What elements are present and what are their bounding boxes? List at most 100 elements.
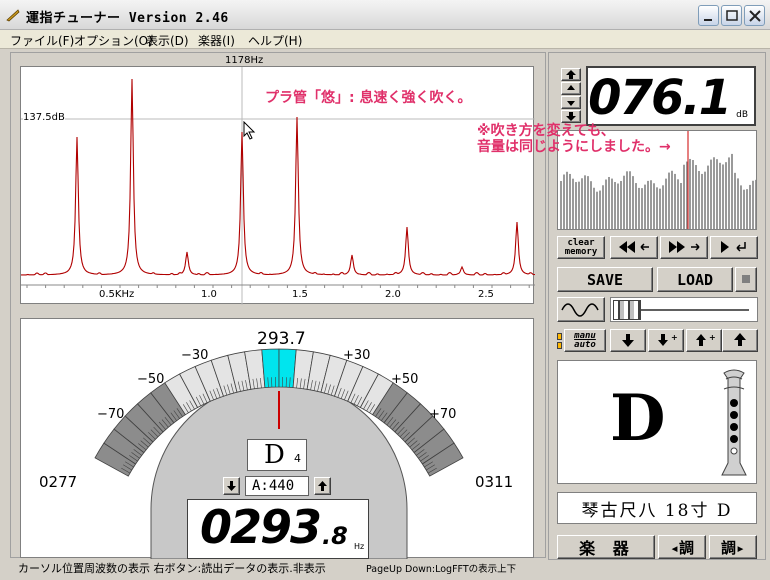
save-button[interactable]: SAVE [557, 267, 653, 292]
step-up-icon: + [696, 333, 716, 346]
cursor-db-label: 137.5dB [23, 112, 65, 123]
arrow-down-icon [227, 481, 236, 491]
frequency-main: 0293 [200, 500, 322, 554]
target-frequency: 293.7 [257, 329, 306, 349]
menu-file[interactable]: ファイル(F) [10, 32, 74, 49]
frequency-display: 0293 .8 Hz [187, 499, 369, 559]
cents-label: −30 [181, 348, 209, 363]
instrument-name: 琴古尺八 18寸 D [557, 492, 757, 524]
svg-text:+: + [709, 333, 716, 342]
waveform-button[interactable] [557, 297, 605, 322]
window-title: 運指チューナー Version 2.46 [26, 11, 229, 26]
fast-forward-button[interactable] [660, 236, 708, 259]
rewind-icon [619, 241, 649, 253]
key-down-label: ◂調 [669, 538, 695, 557]
fingering-note: D [610, 381, 666, 456]
scroll-top-button[interactable] [561, 68, 581, 81]
step-down-button[interactable]: + [648, 329, 684, 352]
annotation-instrument: プラ管「悠」: 息速く強く吹く。 [265, 90, 472, 106]
reference-pitch-label: A:440 [252, 478, 295, 494]
app-icon [6, 9, 20, 22]
arrow-down-icon [622, 334, 634, 347]
x-tick-label: 0.5KHz [99, 289, 135, 300]
key-up-button[interactable]: 調▸ [709, 535, 757, 559]
cents-label: +70 [429, 407, 457, 422]
scroll-bottom-button[interactable] [561, 110, 581, 123]
arrow-up-icon [734, 333, 746, 346]
minimize-button[interactable] [698, 5, 719, 26]
gauge-segment [261, 348, 280, 389]
tuner-panel: 293.7 −70 −50 −30 +30 +50 +70 0277 0311 … [20, 318, 534, 559]
load-label: LOAD [676, 270, 714, 289]
status-bar: カーソル位置周波数の表示 右ボタン:読出データの表示.非表示 PageUp Do… [12, 558, 770, 576]
mouse-cursor-icon [243, 121, 256, 140]
manu-indicator [557, 342, 562, 349]
annotation-note-line2: 音量は同じようにしました。→ [477, 139, 671, 155]
stop-icon [742, 275, 750, 283]
instrument-label: 楽 器 [579, 539, 633, 558]
save-label: SAVE [586, 270, 624, 289]
close-button[interactable] [744, 5, 765, 26]
x-tick-label: 2.0 [385, 289, 401, 300]
db-unit: dB [736, 110, 748, 120]
cents-label: −50 [137, 372, 165, 387]
shakuhachi-fingering-icon [721, 369, 747, 476]
svg-text:+: + [671, 333, 678, 342]
x-tick-label: 2.5 [478, 289, 494, 300]
status-text-right: PageUp Down:LogFFTの表示上下 [366, 564, 517, 575]
play-return-icon [721, 241, 746, 253]
manu-auto-button[interactable]: manu auto [564, 329, 606, 352]
load-button[interactable]: LOAD [657, 267, 733, 292]
maximize-button[interactable] [721, 5, 742, 26]
key-down-button[interactable]: ◂調 [658, 535, 706, 559]
menu-view[interactable]: 表示(D) [146, 32, 189, 49]
clear-memory-button[interactable]: clear memory [557, 236, 605, 259]
key-up-label: 調▸ [720, 538, 746, 557]
step-down-icon: + [658, 333, 678, 346]
auto-label: auto [574, 339, 596, 350]
play-return-button[interactable] [710, 236, 758, 259]
ref-down-button[interactable] [223, 477, 240, 495]
slider-track [631, 309, 749, 311]
scroll-down-button[interactable] [561, 96, 581, 109]
octave-down-button[interactable] [610, 329, 646, 352]
fast-forward-icon [669, 241, 700, 253]
db-display: 076.1 dB [586, 66, 756, 126]
menu-options[interactable]: オプション(O) [74, 32, 153, 49]
arrow-up-icon [566, 70, 576, 79]
sensitivity-slider[interactable] [610, 297, 758, 322]
memory-label: memory [564, 246, 598, 257]
cents-label: +50 [391, 372, 419, 387]
cents-label: −70 [97, 407, 125, 422]
ref-up-button[interactable] [314, 477, 331, 495]
frequency-decimal: .8 [322, 522, 348, 550]
spectrum-panel[interactable]: 1178Hz 137.5dB 0.5KHz 1.0 1.5 2.0 2.5 プラ… [20, 55, 671, 305]
instrument-button[interactable]: 楽 器 [557, 535, 655, 559]
octave-up-button[interactable] [722, 329, 758, 352]
arrow-up-icon [318, 481, 327, 491]
left-frequency: 0277 [39, 473, 78, 491]
auto-indicator [557, 333, 562, 340]
scroll-up-button[interactable] [561, 82, 581, 95]
reference-pitch: A:440 [245, 476, 309, 496]
note-name: D [264, 440, 285, 470]
arrow-down-icon [567, 101, 575, 106]
step-up-button[interactable]: + [686, 329, 722, 352]
title-bar: 運指チューナー Version 2.46 [0, 0, 770, 30]
annotation-note: ※吹き方を変えても、 音量は同じようにしました。→ [477, 123, 707, 155]
slider-thumb[interactable] [613, 300, 641, 320]
fingering-panel: D [557, 360, 757, 484]
menu-help[interactable]: ヘルプ(H) [248, 32, 302, 49]
x-tick-label: 1.0 [201, 289, 217, 300]
x-tick-label: 1.5 [292, 289, 308, 300]
arrow-down-icon [566, 112, 576, 121]
db-value: 076.1 [588, 70, 732, 126]
menu-bar: ファイル(F) オプション(O) 表示(D) 楽器(I) ヘルプ(H) [0, 30, 770, 49]
stop-button[interactable] [735, 267, 757, 292]
menu-instrument[interactable]: 楽器(I) [198, 32, 235, 49]
note-display: D 4 [247, 439, 307, 471]
right-frequency: 0311 [475, 473, 514, 491]
annotation-note-line1: ※吹き方を変えても、 [477, 123, 615, 139]
rewind-button[interactable] [610, 236, 658, 259]
sine-wave-icon [561, 303, 599, 317]
